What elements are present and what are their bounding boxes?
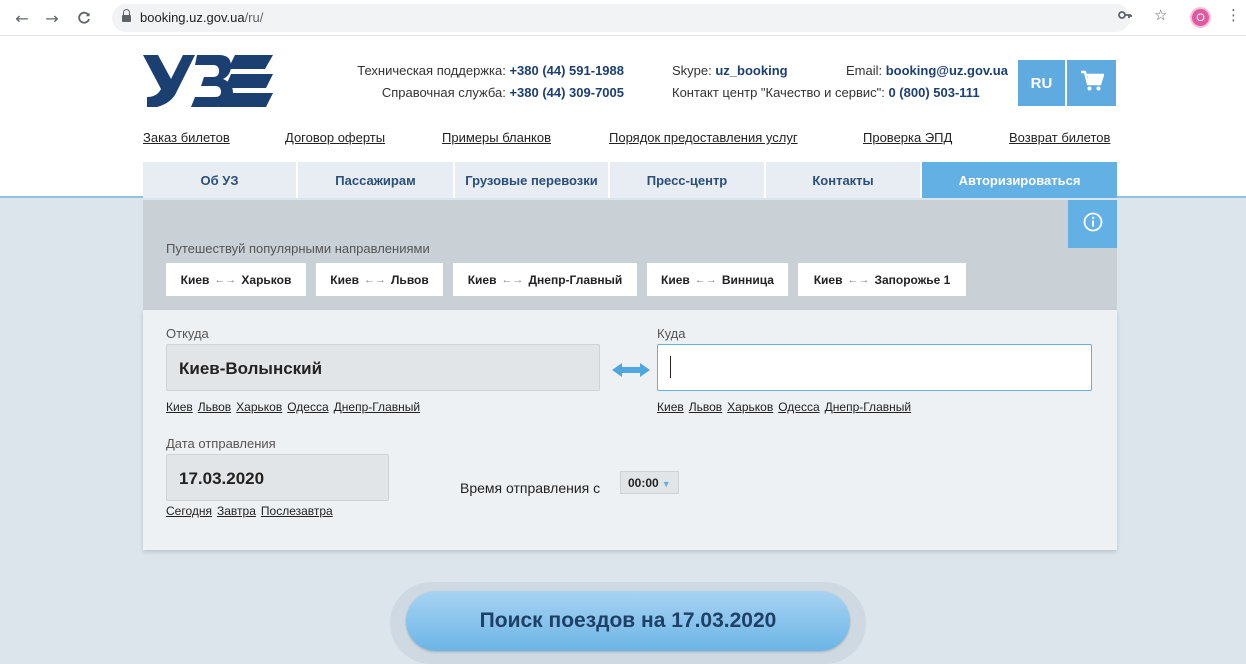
route-kyiv-vinnytsia[interactable]: Киев ←→ Винница (647, 263, 788, 296)
to-quick-odesa[interactable]: Одесса (778, 400, 819, 414)
main-navigation: Об УЗ Пассажирам Грузовые перевозки Прес… (143, 162, 1117, 198)
lock-icon (122, 9, 131, 23)
route-from: Киев (180, 272, 210, 287)
to-quick-kyiv[interactable]: Киев (657, 400, 684, 414)
route-kyiv-zaporizhzhia[interactable]: Киев ←→ Запорожье 1 (798, 263, 966, 296)
date-input[interactable]: 17.03.2020 (166, 454, 389, 501)
key-icon[interactable] (1118, 8, 1132, 26)
url-path: /ru/ (244, 10, 264, 25)
route-to: Винница (721, 272, 774, 287)
nav-passengers[interactable]: Пассажирам (298, 162, 455, 198)
route-to: Днепр-Главный (528, 272, 623, 287)
dropdown-arrow-icon: ▼ (661, 479, 671, 489)
date-today[interactable]: Сегодня (166, 504, 212, 518)
link-services-order[interactable]: Порядок предоставления услуг (609, 130, 798, 145)
browser-toolbar: ← → booking.uz.gov.ua/ru/ ☆ O ⋮ (0, 0, 1246, 36)
to-quick-lviv[interactable]: Львов (689, 400, 722, 414)
nav-contacts[interactable]: Контакты (766, 162, 922, 198)
email-value[interactable]: booking@uz.gov.ua (886, 63, 1008, 78)
from-quick-lviv[interactable]: Львов (198, 400, 231, 414)
route-to: Запорожье 1 (874, 272, 951, 287)
route-kyiv-dnipro[interactable]: Киев ←→ Днепр-Главный (453, 263, 637, 296)
time-select[interactable]: 00:00 ▼ (620, 471, 679, 494)
from-quick-kyiv[interactable]: Киев (166, 400, 193, 414)
help-phone[interactable]: +380 (44) 309-7005 (509, 85, 624, 100)
support-label: Техническая поддержка: (357, 63, 510, 78)
star-icon[interactable]: ☆ (1154, 6, 1167, 24)
email-contact: Email: booking@uz.gov.ua (846, 60, 1008, 82)
quality-contact: Контакт центр "Качество и сервис": 0 (80… (672, 82, 980, 104)
url-text: booking.uz.gov.ua/ru/ (140, 10, 263, 25)
cart-button[interactable] (1067, 60, 1116, 106)
nav-freight[interactable]: Грузовые перевозки (455, 162, 610, 198)
route-from: Киев (330, 272, 360, 287)
route-arrow-icon: ←→ (214, 273, 237, 286)
popular-routes-title: Путешествуй популярными направлениями (166, 241, 430, 256)
phone-contacts: Техническая поддержка: +380 (44) 591-198… (338, 60, 624, 104)
route-arrow-icon: ←→ (694, 273, 717, 286)
route-to: Харьков (241, 272, 292, 287)
time-label: Время отправления с (460, 480, 601, 496)
swap-stations-icon[interactable] (610, 360, 652, 380)
info-button[interactable] (1068, 200, 1117, 248)
link-offer-contract[interactable]: Договор оферты (285, 130, 385, 145)
contact-center-label: Контакт центр "Качество и сервис": (672, 85, 889, 100)
skype-value[interactable]: uz_booking (715, 63, 787, 78)
nav-about[interactable]: Об УЗ (143, 162, 298, 198)
address-bar[interactable]: booking.uz.gov.ua/ru/ (112, 4, 1130, 32)
link-order-tickets[interactable]: Заказ билетов (143, 130, 230, 145)
nav-login[interactable]: Авторизироваться (922, 162, 1117, 198)
email-label: Email: (846, 63, 886, 78)
to-quick-dnipro[interactable]: Днепр-Главный (825, 400, 911, 414)
route-kyiv-lviv[interactable]: Киев ←→ Львов (316, 263, 443, 296)
date-quick-links: Сегодня Завтра Послезавтра (166, 504, 338, 518)
from-quick-dnipro[interactable]: Днепр-Главный (334, 400, 420, 414)
skype-label: Skype: (672, 63, 716, 78)
cart-icon (1080, 70, 1105, 97)
info-icon (1083, 212, 1103, 237)
route-from: Киев (661, 272, 690, 287)
to-label: Куда (657, 326, 686, 341)
to-quick-kharkiv[interactable]: Харьков (727, 400, 773, 414)
date-after-tomorrow[interactable]: Послезавтра (261, 504, 333, 518)
date-label: Дата отправления (166, 436, 276, 451)
forward-icon[interactable]: → (42, 8, 62, 28)
uz-logo[interactable] (143, 55, 273, 112)
from-quick-links: Киев Львов Харьков Одесса Днепр-Главный (166, 400, 425, 414)
route-arrow-icon: ←→ (364, 273, 387, 286)
to-input[interactable] (657, 344, 1092, 391)
reload-icon[interactable] (74, 8, 94, 28)
route-arrow-icon: ←→ (501, 273, 524, 286)
time-value: 00:00 (628, 476, 659, 490)
nav-press-center[interactable]: Пресс-центр (610, 162, 766, 198)
top-links: Заказ билетов Договор оферты Примеры бла… (143, 130, 1117, 148)
skype-contact: Skype: uz_booking (672, 60, 788, 82)
route-kyiv-kharkiv[interactable]: Киев ←→ Харьков (166, 263, 306, 296)
search-trains-button[interactable]: Поиск поездов на 17.03.2020 (406, 591, 850, 651)
from-quick-odesa[interactable]: Одесса (287, 400, 328, 414)
link-blank-samples[interactable]: Примеры бланков (442, 130, 551, 145)
route-arrow-icon: ←→ (847, 273, 870, 286)
profile-avatar[interactable]: O (1190, 7, 1211, 28)
support-phone[interactable]: +380 (44) 591-1988 (509, 63, 624, 78)
help-label: Справочная служба: (381, 85, 510, 100)
route-from: Киев (813, 272, 843, 287)
back-icon[interactable]: ← (12, 8, 32, 28)
from-label: Откуда (166, 326, 209, 341)
route-from: Киев (467, 272, 497, 287)
from-input[interactable]: Киев-Волынский (166, 344, 600, 391)
language-button[interactable]: RU (1018, 60, 1065, 106)
url-host: booking.uz.gov.ua (140, 10, 245, 25)
route-to: Львов (391, 272, 429, 287)
date-tomorrow[interactable]: Завтра (217, 504, 256, 518)
from-quick-kharkiv[interactable]: Харьков (236, 400, 282, 414)
contact-center-phone[interactable]: 0 (800) 503-111 (888, 85, 979, 100)
link-check-epd[interactable]: Проверка ЭПД (863, 130, 952, 145)
menu-icon[interactable]: ⋮ (1226, 6, 1241, 24)
link-return-tickets[interactable]: Возврат билетов (1009, 130, 1110, 145)
text-cursor (670, 356, 671, 378)
to-quick-links: Киев Львов Харьков Одесса Днепр-Главный (657, 400, 916, 414)
